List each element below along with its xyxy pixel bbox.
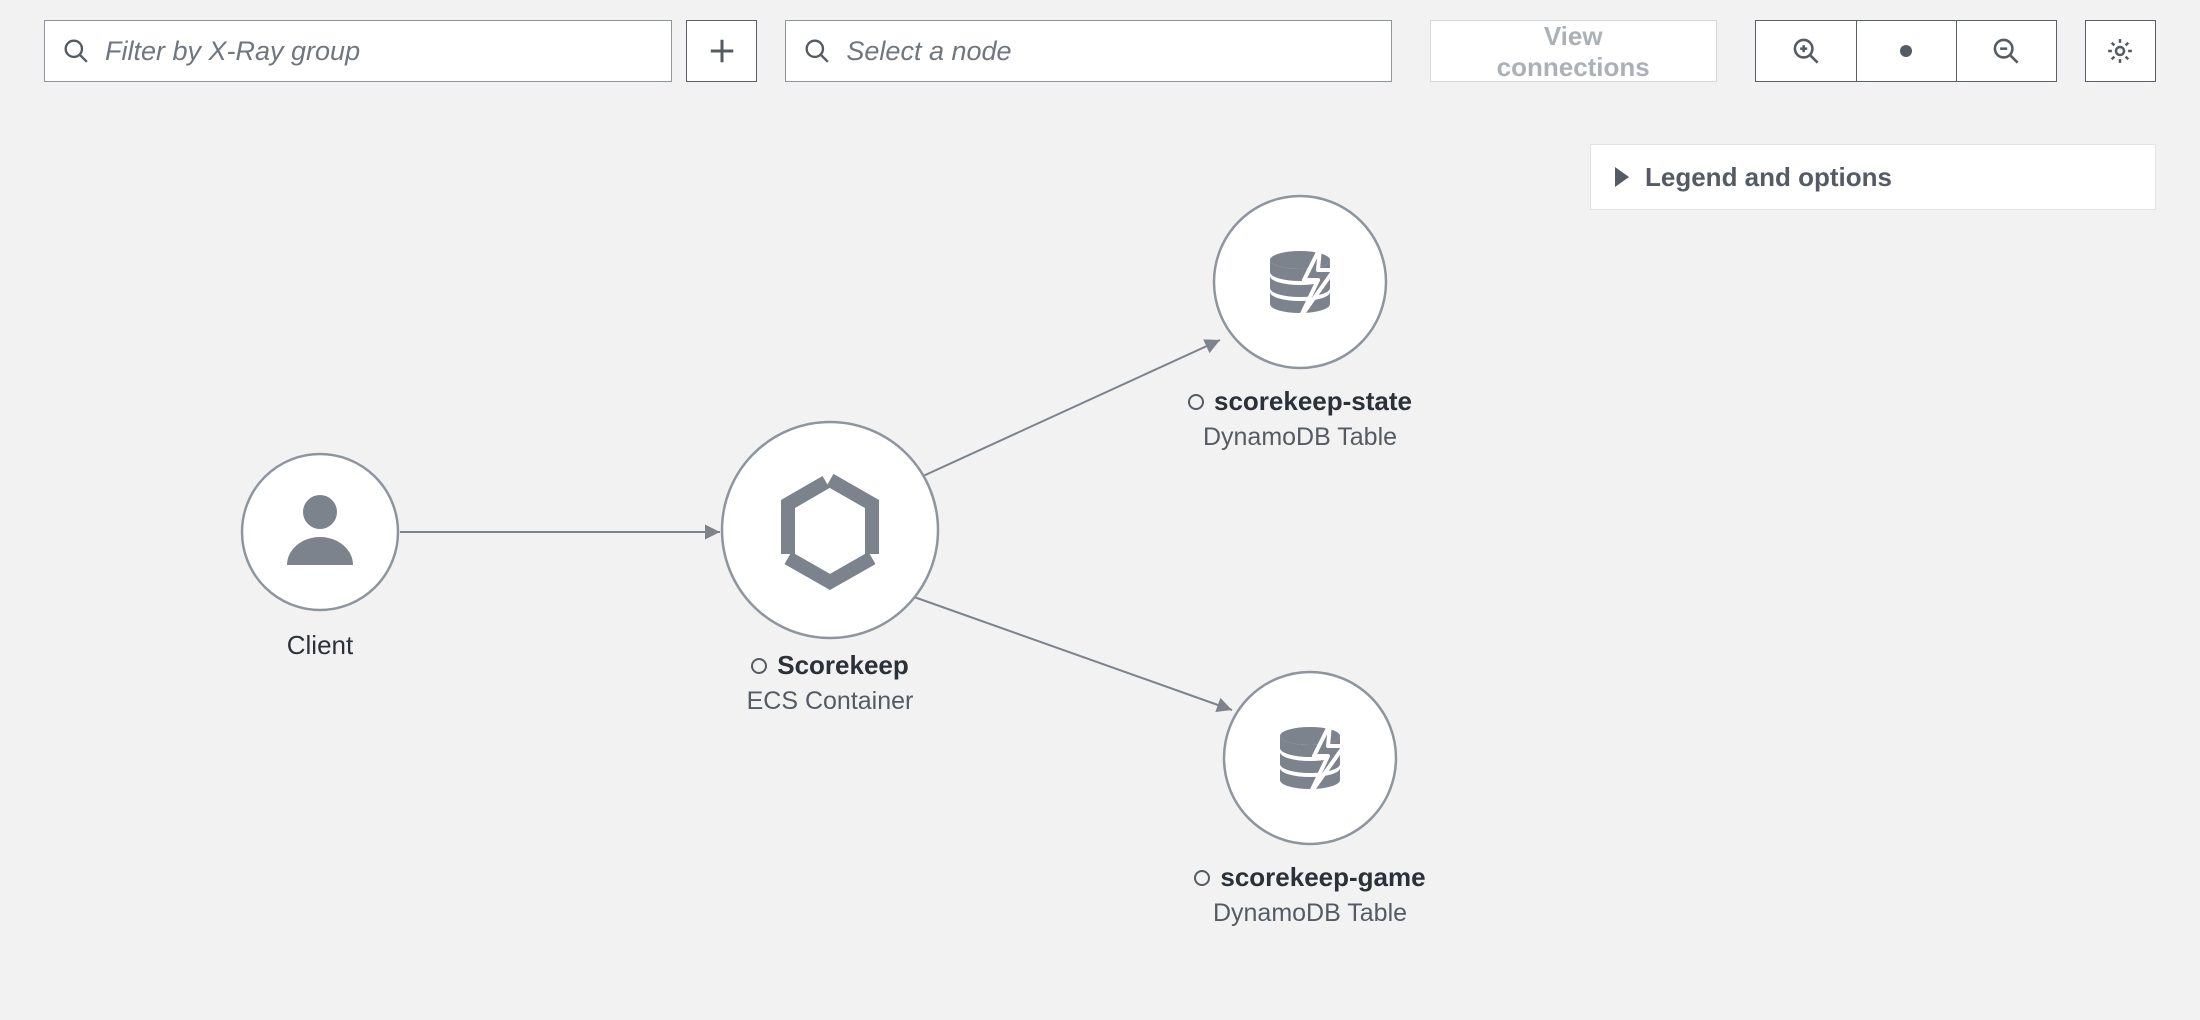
status-ring-icon — [1194, 870, 1210, 886]
node-game-label: scorekeep-game DynamoDB Table — [1150, 862, 1470, 928]
status-ring-icon — [1188, 394, 1204, 410]
node-scorekeep-state[interactable] — [1214, 196, 1386, 368]
node-state-label: scorekeep-state DynamoDB Table — [1140, 386, 1460, 452]
node-scorekeep-label: Scorekeep ECS Container — [670, 650, 990, 716]
node-client-label: Client — [160, 630, 480, 661]
node-scorekeep-game[interactable] — [1224, 672, 1396, 844]
node-client[interactable] — [242, 454, 398, 610]
status-ring-icon — [751, 658, 767, 674]
service-map-canvas[interactable] — [0, 0, 2200, 1020]
node-scorekeep[interactable] — [722, 422, 938, 638]
